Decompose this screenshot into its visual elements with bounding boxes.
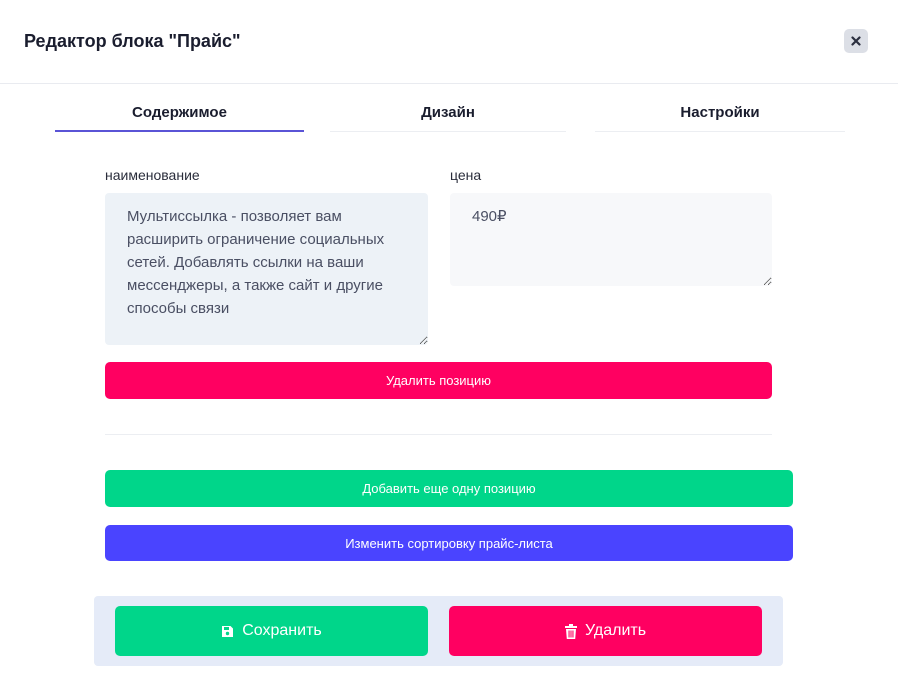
tab-design[interactable]: Дизайн [330,104,566,132]
trash-icon [564,623,577,639]
divider [105,434,772,435]
save-button-label: Сохранить [242,622,322,639]
name-textarea[interactable]: Мультиссылка - позволяет вам расширить о… [105,193,428,345]
delete-button[interactable]: Удалить [449,606,762,656]
delete-button-label: Удалить [584,622,647,639]
price-label: цена [450,167,482,183]
close-icon [851,36,861,46]
name-label: наименование [105,167,200,183]
save-button[interactable]: Сохранить [115,606,428,656]
tab-content[interactable]: Содержимое [55,104,304,132]
tab-bar: Содержимое Дизайн Настройки [0,84,898,134]
modal-header: Редактор блока "Прайс" [0,0,898,84]
sort-price-list-button[interactable]: Изменить сортировку прайс-листа [105,525,793,561]
remove-position-button[interactable]: Удалить позицию [105,362,772,399]
block-editor-modal: Редактор блока "Прайс" Содержимое Дизайн… [0,0,898,682]
close-button[interactable] [844,29,868,53]
price-textarea[interactable]: 490₽ [450,193,772,286]
add-position-button[interactable]: Добавить еще одну позицию [105,470,793,507]
modal-title: Редактор блока "Прайс" [24,31,241,51]
floppy-disk-icon [221,625,234,638]
tab-settings[interactable]: Настройки [595,104,845,132]
